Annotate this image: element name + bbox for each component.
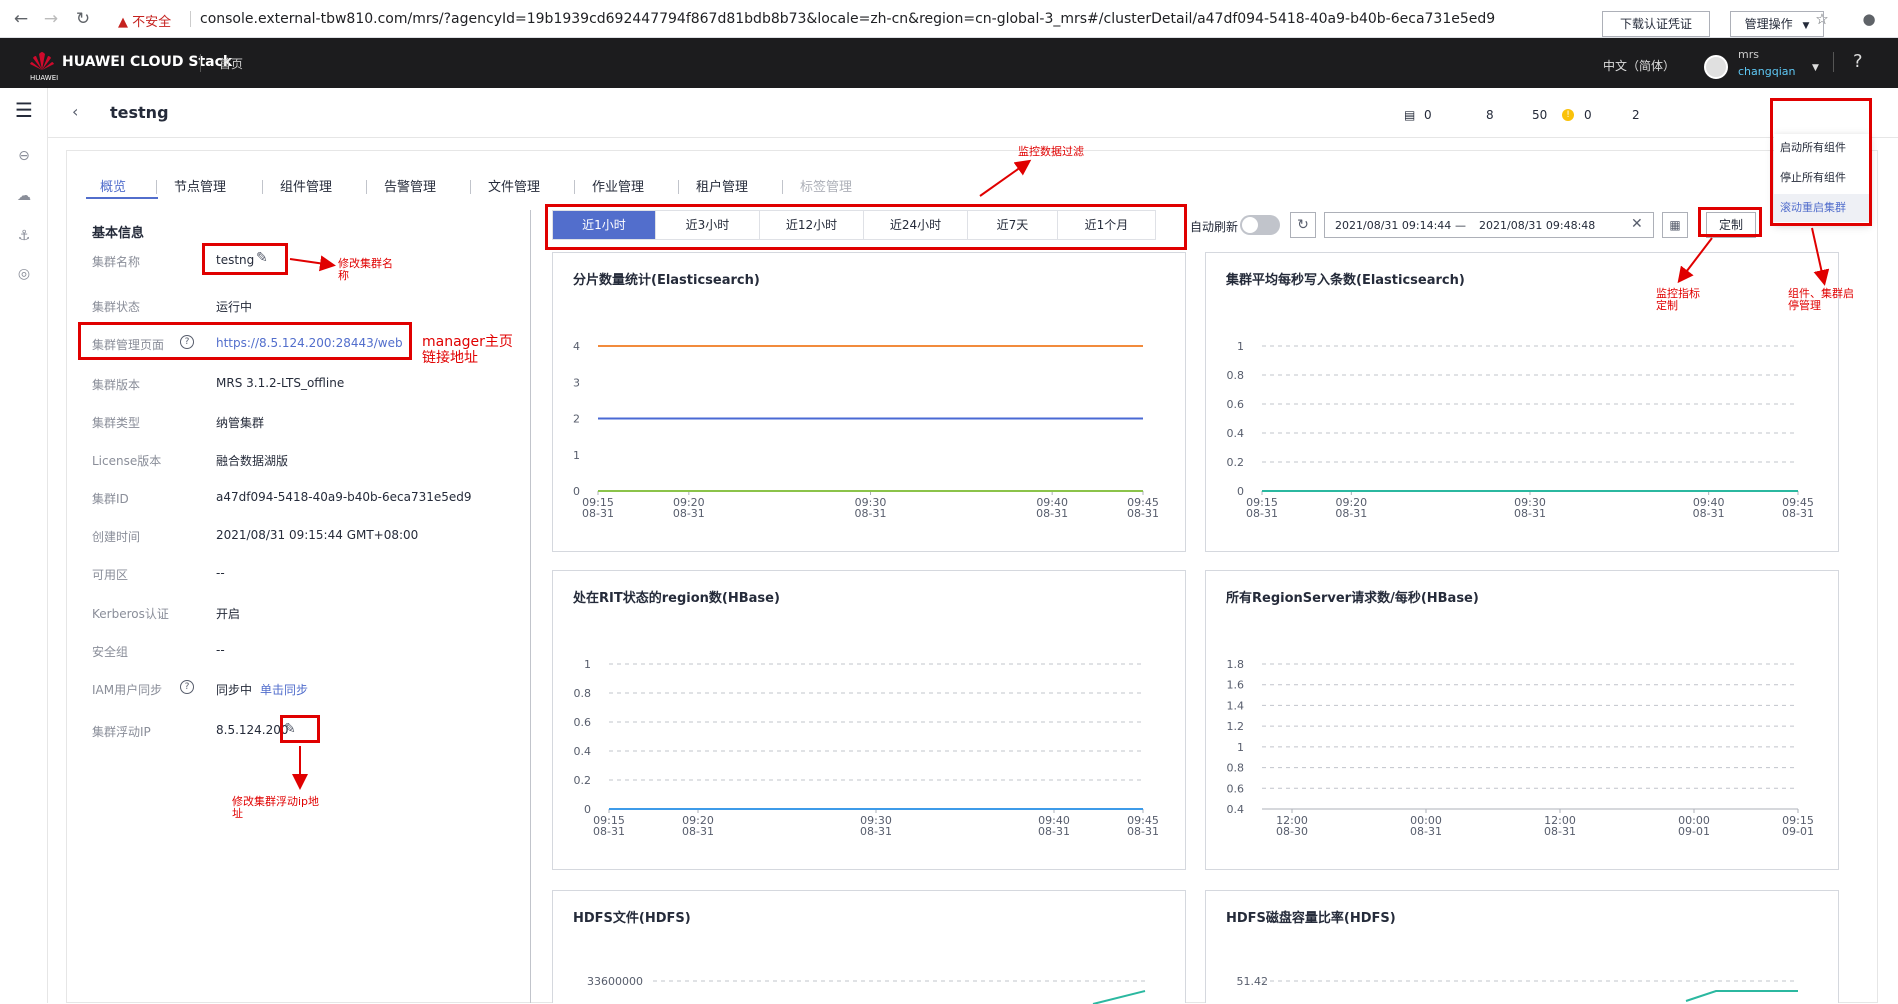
annotation-arrows (289, 159, 1830, 790)
arrow-rename (289, 255, 336, 272)
arrow-custom (1677, 237, 1713, 284)
arrow-ops (1811, 227, 1830, 286)
arrow-filter (979, 159, 1032, 197)
